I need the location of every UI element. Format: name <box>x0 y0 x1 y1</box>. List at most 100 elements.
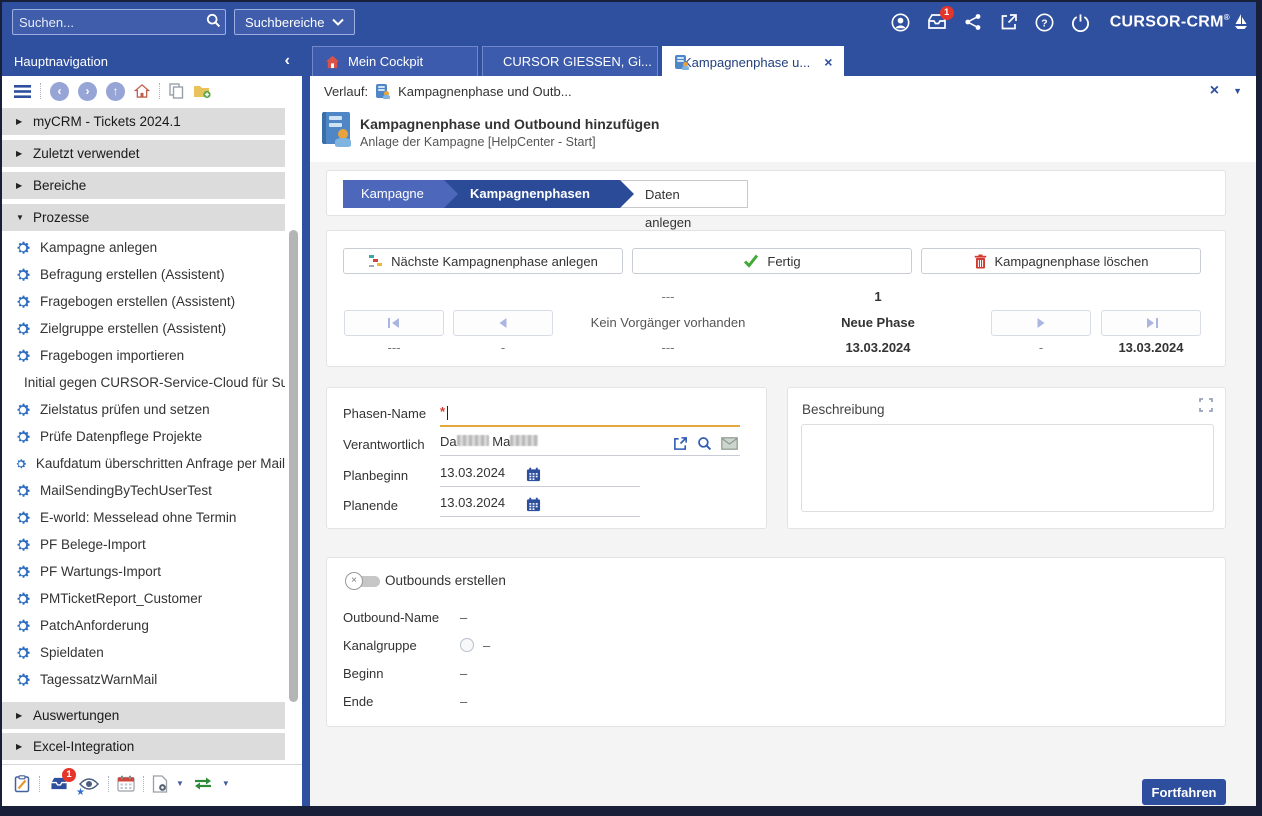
watch-favorites-icon[interactable]: ★ <box>78 773 100 795</box>
process-item-label: PMTicketReport_Customer <box>40 591 202 606</box>
sidebar-bottom-toolbar: 1 ★ ▼ ▼ <box>2 764 302 802</box>
process-item-label: MailSendingByTechUserTest <box>40 483 212 498</box>
process-gear-icon <box>15 645 31 661</box>
tab-mein-cockpit[interactable]: Mein Cockpit <box>312 46 478 76</box>
first-phase-button[interactable] <box>344 310 444 336</box>
help-icon[interactable]: ? <box>1034 11 1056 33</box>
phasen-name-field[interactable]: * <box>440 404 448 420</box>
outbounds-toggle[interactable]: × <box>345 572 385 590</box>
process-gear-icon <box>15 348 31 364</box>
tab-kampagnenphase[interactable]: Kampagnenphase u... × <box>662 46 844 77</box>
next-phase-nav-button[interactable] <box>991 310 1091 336</box>
previous-phase-button[interactable] <box>453 310 553 336</box>
document-settings-icon[interactable] <box>152 775 168 793</box>
delete-phase-button[interactable]: Kampagnenphase löschen <box>921 248 1201 274</box>
beschreibung-textarea[interactable] <box>801 424 1214 512</box>
process-gear-icon <box>15 402 31 418</box>
datepicker-icon[interactable] <box>526 497 541 512</box>
calendar-icon[interactable] <box>117 775 135 792</box>
star-icon: ★ <box>76 787 85 798</box>
global-search <box>12 9 226 35</box>
process-item[interactable]: PF Belege-Import <box>2 531 285 558</box>
sidebar-collapse-icon[interactable]: ‹ <box>285 53 290 69</box>
open-in-new-window-icon[interactable] <box>998 11 1020 33</box>
nav-back-icon[interactable]: ‹ <box>50 82 69 101</box>
planbeginn-field[interactable]: 13.03.2024 <box>440 465 640 487</box>
page-title: Kampagnenphase und Outbound hinzufügen <box>360 116 659 132</box>
nav-forward-icon[interactable]: › <box>78 82 97 101</box>
user-account-icon[interactable] <box>890 11 912 33</box>
sync-icon[interactable] <box>192 776 214 791</box>
process-item[interactable]: Fragebogen erstellen (Assistent) <box>2 288 285 315</box>
sidebar-section-excel-integration[interactable]: ▶ Excel-Integration <box>2 733 285 760</box>
process-item[interactable]: PMTicketReport_Customer <box>2 585 285 612</box>
check-icon <box>743 254 759 268</box>
page-header: Kampagnenphase und Outbound hinzufügen A… <box>310 106 1256 162</box>
home-icon[interactable] <box>134 84 150 98</box>
search-input[interactable] <box>13 15 201 30</box>
process-item[interactable]: Initial gegen CURSOR-Service-Cloud für S… <box>2 369 285 396</box>
sidebar-scrollbar[interactable] <box>289 230 298 702</box>
tab-cursor-giessen[interactable]: CURSOR GIESSEN, Gi... × <box>482 46 658 76</box>
suchbereiche-dropdown[interactable]: Suchbereiche <box>234 9 355 35</box>
phase-navigation-card: Nächste Kampagnenphase anlegen Fertig Ka… <box>326 230 1226 367</box>
finish-button[interactable]: Fertig <box>632 248 912 274</box>
process-item[interactable]: E-world: Messelead ohne Termin <box>2 504 285 531</box>
process-item[interactable]: TagessatzWarnMail <box>2 666 285 693</box>
dropdown-caret-icon[interactable]: ▼ <box>222 779 230 788</box>
kanalgruppe-radio[interactable] <box>460 638 474 652</box>
sidebar-toolbar: ‹ › ↑ <box>2 76 302 106</box>
process-item[interactable]: Fragebogen importieren <box>2 342 285 369</box>
process-item[interactable]: Kaufdatum überschritten Anfrage per Mail <box>2 450 285 477</box>
datepicker-icon[interactable] <box>526 467 541 482</box>
planende-field[interactable]: 13.03.2024 <box>440 495 640 517</box>
search-icon[interactable] <box>697 436 712 451</box>
dropdown-caret-icon[interactable]: ▼ <box>176 779 184 788</box>
wizard-step-daten-anlegen[interactable]: Daten anlegen <box>618 180 748 208</box>
process-item[interactable]: Prüfe Datenpflege Projekte <box>2 423 285 450</box>
sidebar-section-mycrm[interactable]: ▶ myCRM - Tickets 2024.1 <box>2 108 285 135</box>
logout-power-icon[interactable] <box>1070 11 1092 33</box>
close-icon[interactable]: × <box>1210 82 1219 100</box>
nav-up-icon[interactable]: ↑ <box>106 82 125 101</box>
sidebar-section-auswertungen[interactable]: ▶ Auswertungen <box>2 702 285 729</box>
verantwortlich-field[interactable]: Da Ma <box>440 434 740 456</box>
process-item[interactable]: Zielstatus prüfen und setzen <box>2 396 285 423</box>
menu-hamburger-icon[interactable] <box>14 85 31 98</box>
notifications-tray-icon[interactable]: 1 <box>926 11 948 33</box>
process-item-label: Initial gegen CURSOR-Service-Cloud für S… <box>24 375 285 390</box>
process-item[interactable]: PF Wartungs-Import <box>2 558 285 585</box>
process-item[interactable]: Spieldaten <box>2 639 285 666</box>
process-item[interactable]: Befragung erstellen (Assistent) <box>2 261 285 288</box>
history-item[interactable]: Kampagnenphase und Outb... <box>398 84 571 99</box>
expand-icon[interactable] <box>1199 398 1213 415</box>
process-item[interactable]: PatchAnforderung <box>2 612 285 639</box>
mail-icon[interactable] <box>721 437 738 450</box>
next-phase-button[interactable]: Nächste Kampagnenphase anlegen <box>343 248 623 274</box>
tab-close-icon[interactable]: × <box>824 55 832 69</box>
chevron-down-icon[interactable]: ▼ <box>1233 86 1242 96</box>
sidebar-section-prozesse[interactable]: ▼ Prozesse <box>2 204 285 231</box>
continue-button[interactable]: Fortfahren <box>1142 779 1226 805</box>
sidebar-section-bereiche[interactable]: ▶ Bereiche <box>2 172 285 199</box>
process-item[interactable]: MailSendingByTechUserTest <box>2 477 285 504</box>
search-icon[interactable] <box>201 13 225 31</box>
next-phase-icon <box>368 254 383 268</box>
open-record-icon[interactable] <box>673 436 688 451</box>
wizard-step-kampagnenphasen[interactable]: Kampagnenphasen <box>444 180 634 208</box>
process-item[interactable]: Zielgruppe erstellen (Assistent) <box>2 315 285 342</box>
chevron-down-icon <box>332 18 344 26</box>
share-icon[interactable] <box>962 11 984 33</box>
last-phase-button[interactable] <box>1101 310 1201 336</box>
wizard-step-kampagne[interactable]: Kampagne <box>343 180 458 208</box>
process-item[interactable]: Kampagne anlegen <box>2 234 285 261</box>
notes-edit-icon[interactable] <box>14 775 31 793</box>
inbox-tray-icon[interactable]: 1 <box>48 773 70 795</box>
header-icons: 1 ? CURSOR-CRM® <box>890 11 1248 33</box>
current-phase-number: 1 <box>793 286 963 308</box>
planende-label: Planende <box>343 498 398 513</box>
copy-icon[interactable] <box>169 83 184 99</box>
new-folder-icon[interactable] <box>193 83 212 99</box>
last-icon <box>1144 317 1159 329</box>
sidebar-section-zuletzt-verwendet[interactable]: ▶ Zuletzt verwendet <box>2 140 285 167</box>
